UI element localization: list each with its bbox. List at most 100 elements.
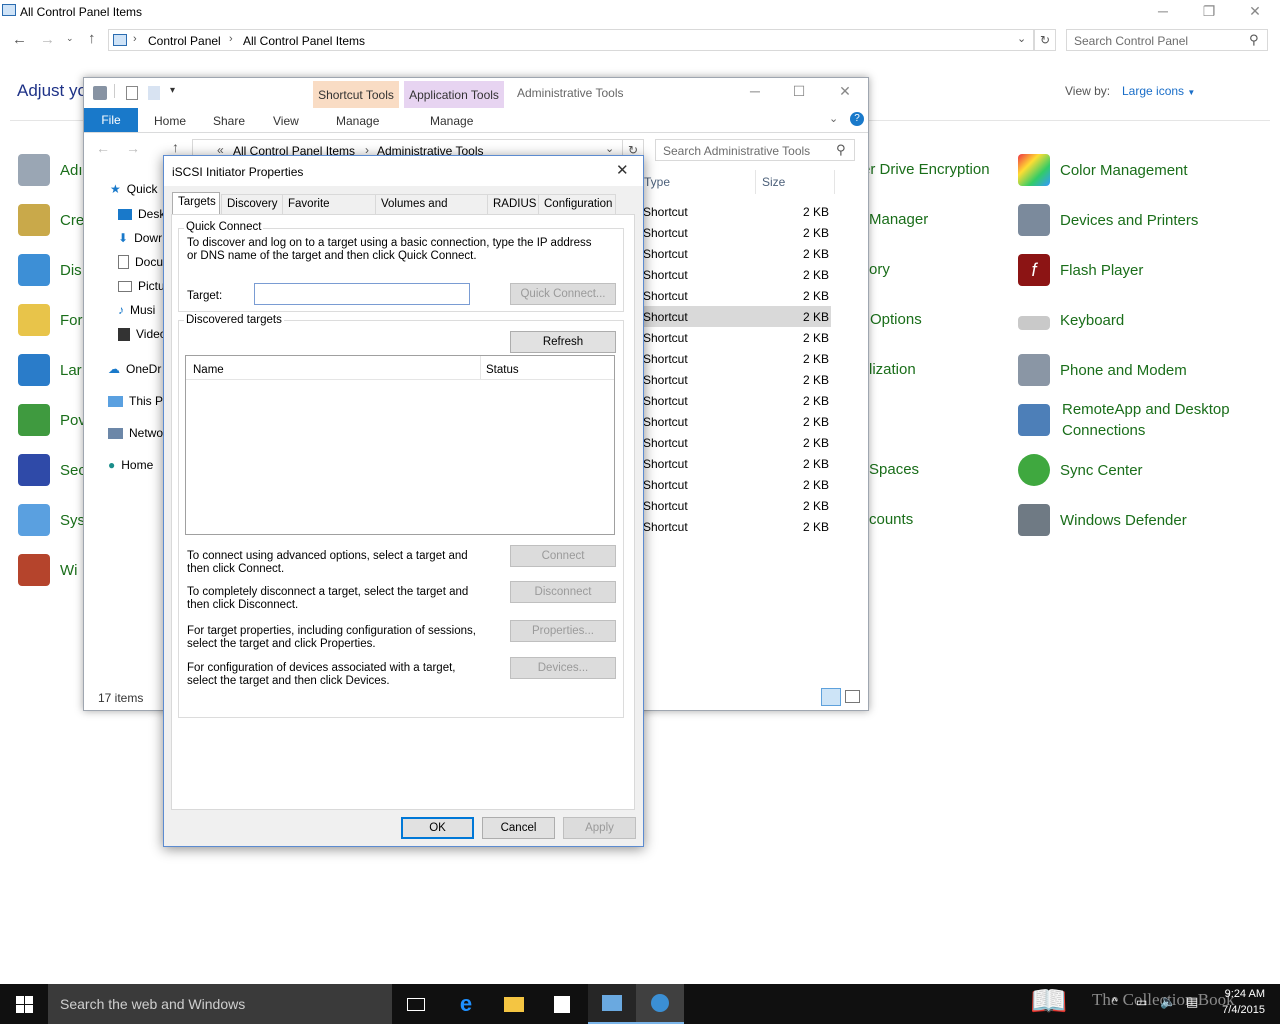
help-icon[interactable]: ? bbox=[850, 112, 864, 126]
column-name[interactable]: Name bbox=[193, 364, 224, 377]
tab-favorite-targets[interactable]: Favorite Targets bbox=[282, 194, 376, 228]
cp-item-bitlocker[interactable]: er Drive Encryption bbox=[862, 161, 990, 178]
close-icon[interactable]: ✕ bbox=[616, 161, 629, 179]
tab-manage-application[interactable]: Manage bbox=[430, 114, 473, 128]
nav-videos[interactable]: Videc bbox=[118, 322, 169, 346]
iscsi-taskbar-button[interactable] bbox=[636, 984, 684, 1024]
table-row[interactable]: Shortcut 2 KB bbox=[643, 516, 831, 537]
close-button[interactable]: ✕ bbox=[822, 80, 868, 104]
nav-pictures[interactable]: Pictu bbox=[118, 274, 169, 298]
store-button[interactable] bbox=[538, 984, 586, 1024]
nav-homegroup[interactable]: ● Home bbox=[108, 449, 163, 481]
nav-downloads[interactable]: ⬇ Dowr bbox=[118, 226, 169, 250]
tab-targets[interactable]: Targets bbox=[172, 192, 220, 214]
column-type[interactable]: Type bbox=[644, 175, 670, 189]
tab-radius[interactable]: RADIUS bbox=[487, 194, 539, 214]
refresh-icon[interactable]: ↻ bbox=[1034, 29, 1056, 51]
address-box[interactable]: › Control Panel › All Control Panel Item… bbox=[108, 29, 1034, 51]
cp-item-internet-options[interactable]: Options bbox=[870, 311, 922, 328]
table-row[interactable]: Shortcut 2 KB bbox=[643, 348, 831, 369]
properties-icon[interactable] bbox=[126, 86, 138, 100]
cp-item-remoteapp[interactable]: RemoteApp and Desktop Connections bbox=[1018, 400, 1268, 444]
task-view-button[interactable] bbox=[392, 984, 440, 1024]
tab-configuration[interactable]: Configuration bbox=[538, 194, 616, 214]
edge-button[interactable]: e bbox=[442, 984, 490, 1024]
clock-time[interactable]: 9:24 AM bbox=[1215, 988, 1265, 1000]
cp-item-phone-modem[interactable]: Phone and Modem bbox=[1018, 350, 1187, 390]
cp-item-administrative-tools[interactable]: Adı bbox=[18, 150, 83, 190]
ok-button[interactable]: OK bbox=[401, 817, 474, 839]
tab-home[interactable]: Home bbox=[154, 114, 186, 128]
up-arrow-icon[interactable]: ↑ bbox=[172, 139, 179, 155]
table-row[interactable]: Shortcut 2 KB bbox=[643, 495, 831, 516]
tab-volumes-devices[interactable]: Volumes and Devices bbox=[375, 194, 488, 228]
view-by-dropdown[interactable]: Large icons ▼ bbox=[1122, 84, 1195, 98]
back-arrow-icon[interactable]: ← bbox=[96, 140, 110, 156]
column-size[interactable]: Size bbox=[762, 175, 785, 189]
chevron-down-icon[interactable]: ⌄ bbox=[1017, 32, 1026, 45]
control-panel-taskbar-button[interactable] bbox=[588, 984, 636, 1024]
cp-item-sync-center[interactable]: Sync Center bbox=[1018, 450, 1143, 490]
cp-item-credential-manager[interactable]: Cre bbox=[18, 200, 84, 240]
target-input[interactable] bbox=[254, 283, 470, 305]
minimize-button[interactable]: ─ bbox=[1140, 0, 1186, 24]
cp-item-device-manager[interactable]: Manager bbox=[869, 211, 928, 228]
table-row[interactable]: Shortcut 2 KB bbox=[643, 201, 831, 222]
tab-view[interactable]: View bbox=[273, 114, 299, 128]
tab-file[interactable]: File bbox=[84, 108, 138, 132]
table-row[interactable]: Shortcut 2 KB bbox=[643, 432, 831, 453]
cp-item-language[interactable]: Lar bbox=[18, 350, 82, 390]
taskbar-search-box[interactable]: Search the web and Windows bbox=[48, 984, 392, 1024]
devices-button[interactable]: Devices... bbox=[510, 657, 616, 679]
cp-item-keyboard[interactable]: Keyboard bbox=[1018, 300, 1124, 340]
file-explorer-button[interactable] bbox=[490, 984, 538, 1024]
new-folder-icon[interactable] bbox=[148, 86, 160, 100]
clock-date[interactable]: 7/4/2015 bbox=[1215, 1004, 1265, 1016]
table-row[interactable]: Shortcut 2 KB bbox=[643, 390, 831, 411]
volume-icon[interactable]: 🔈 bbox=[1160, 994, 1176, 1010]
cp-item-devices-printers[interactable]: Devices and Printers bbox=[1018, 200, 1198, 240]
search-icon[interactable]: ⚲ bbox=[836, 142, 846, 158]
forward-arrow-icon[interactable]: → bbox=[40, 31, 55, 48]
targets-list[interactable]: Name Status bbox=[185, 355, 615, 535]
restore-button[interactable]: ❐ bbox=[1186, 0, 1232, 24]
minimize-button[interactable]: ─ bbox=[732, 80, 778, 104]
apply-button[interactable]: Apply bbox=[563, 817, 636, 839]
cp-item-power-options[interactable]: Pov bbox=[18, 400, 86, 440]
cp-item-flash-player[interactable]: f Flash Player bbox=[1018, 250, 1143, 290]
search-input[interactable]: Search Administrative Tools ⚲ bbox=[655, 139, 855, 161]
cp-item-personalization[interactable]: lization bbox=[869, 361, 916, 378]
breadcrumb-all-items[interactable]: All Control Panel Items bbox=[243, 34, 365, 48]
refresh-button[interactable]: Refresh bbox=[510, 331, 616, 353]
cp-item-fonts[interactable]: For bbox=[18, 300, 83, 340]
table-row[interactable]: Shortcut 2 KB bbox=[643, 285, 831, 306]
table-row[interactable]: Shortcut 2 KB bbox=[643, 264, 831, 285]
table-row[interactable]: Shortcut 2 KB bbox=[643, 453, 831, 474]
disconnect-button[interactable]: Disconnect bbox=[510, 581, 616, 603]
table-row[interactable]: Shortcut 2 KB bbox=[643, 222, 831, 243]
details-view-icon[interactable] bbox=[821, 688, 841, 706]
maximize-button[interactable]: ☐ bbox=[776, 80, 822, 104]
nav-quick-access[interactable]: ★ Quick bbox=[110, 177, 165, 201]
nav-onedrive[interactable]: ☁ OneDr bbox=[108, 353, 163, 385]
cp-item-security[interactable]: Sec bbox=[18, 450, 86, 490]
tab-discovery[interactable]: Discovery bbox=[221, 194, 283, 214]
properties-button[interactable]: Properties... bbox=[510, 620, 616, 642]
breadcrumb-control-panel[interactable]: Control Panel bbox=[148, 34, 221, 48]
start-button[interactable] bbox=[0, 984, 48, 1024]
table-row[interactable]: Shortcut 2 KB bbox=[643, 327, 831, 348]
cp-item-storage-spaces[interactable]: Spaces bbox=[869, 461, 919, 478]
expand-ribbon-icon[interactable]: ⌄ bbox=[829, 112, 838, 125]
nav-network[interactable]: Netwo bbox=[108, 417, 163, 449]
back-arrow-icon[interactable]: ← bbox=[12, 31, 27, 48]
column-status[interactable]: Status bbox=[486, 364, 519, 377]
table-row[interactable]: Shortcut 2 KB bbox=[643, 306, 831, 327]
tab-manage-shortcut[interactable]: Manage bbox=[336, 114, 379, 128]
nav-this-pc[interactable]: This P bbox=[108, 385, 163, 417]
search-input[interactable]: Search Control Panel ⚲ bbox=[1066, 29, 1268, 51]
cp-item-display[interactable]: Dis bbox=[18, 250, 82, 290]
table-row[interactable]: Shortcut 2 KB bbox=[643, 243, 831, 264]
table-row[interactable]: Shortcut 2 KB bbox=[643, 411, 831, 432]
nav-music[interactable]: ♪ Musi bbox=[118, 298, 169, 322]
nav-desktop[interactable]: Deskt bbox=[118, 202, 169, 226]
